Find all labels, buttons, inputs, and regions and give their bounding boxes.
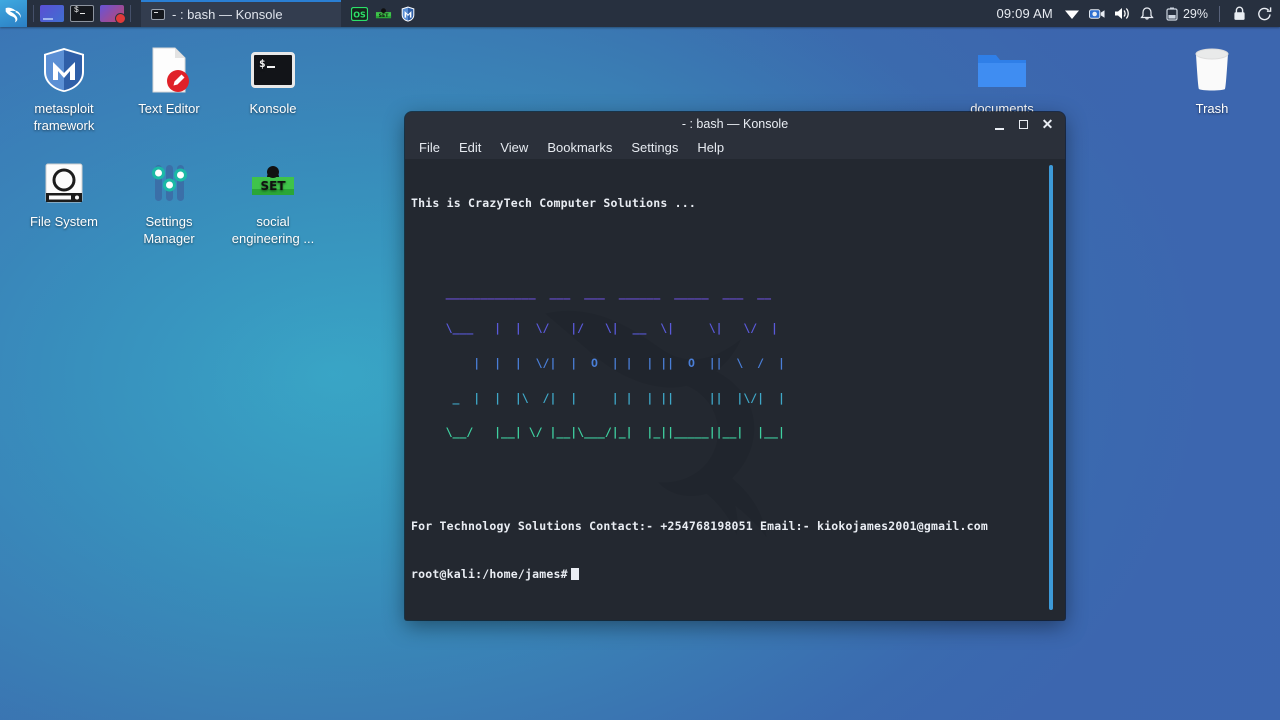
desktop-icon-label: Text Editor bbox=[138, 101, 200, 116]
desktop-icon-label: File System bbox=[30, 214, 98, 229]
terminal-output-area[interactable]: This is CrazyTech Computer Solutions ...… bbox=[405, 159, 1065, 620]
scrollbar-thumb[interactable] bbox=[1049, 165, 1053, 610]
camera-icon[interactable] bbox=[1088, 6, 1105, 22]
ascii-art-banner: _____________ ___ ___ ______ _____ ___ _… bbox=[411, 265, 1065, 462]
task-button-konsole[interactable]: - : bash — Konsole bbox=[141, 0, 341, 27]
kali-menu-button[interactable] bbox=[0, 0, 27, 27]
logout-icon[interactable] bbox=[1256, 6, 1272, 22]
metasploit-icon[interactable] bbox=[399, 6, 416, 22]
wifi-icon[interactable] bbox=[1064, 6, 1080, 22]
prompt-text: root@kali:/home/james# bbox=[411, 567, 568, 582]
terminal-icon: $ bbox=[224, 45, 322, 95]
konsole-menubar: File Edit View Bookmarks Settings Help bbox=[405, 136, 1065, 159]
top-panel: - : bash — Konsole OS SET bbox=[0, 0, 1280, 27]
task-list: - : bash — Konsole bbox=[141, 0, 341, 27]
menu-bookmarks[interactable]: Bookmarks bbox=[547, 140, 612, 155]
volume-icon[interactable] bbox=[1114, 6, 1130, 22]
desktop-icon-label: Settings Manager bbox=[143, 214, 195, 246]
block-cursor bbox=[570, 568, 579, 581]
battery-percent: 29% bbox=[1182, 6, 1208, 21]
terminal-prompt-line: root@kali:/home/james# bbox=[411, 566, 1065, 582]
desktop-icon-konsole[interactable]: $ Konsole bbox=[224, 45, 322, 117]
terminal-contact-line: For Technology Solutions Contact:- +2547… bbox=[411, 519, 989, 534]
desktop-icon-social-engineering[interactable]: SET social engineering ... bbox=[224, 158, 322, 247]
sliders-icon bbox=[120, 158, 218, 208]
desktop-icon-file-system[interactable]: File System bbox=[15, 158, 113, 230]
battery-status[interactable]: 29% bbox=[1164, 6, 1208, 22]
lock-icon[interactable] bbox=[1231, 6, 1247, 22]
desktop-icon-label: social engineering ... bbox=[231, 214, 315, 246]
svg-text:SET: SET bbox=[379, 12, 390, 18]
hard-drive-icon bbox=[15, 158, 113, 208]
panel-separator bbox=[130, 5, 131, 22]
window-title: - : bash — Konsole bbox=[681, 117, 789, 131]
svg-text:SET: SET bbox=[260, 179, 286, 193]
desktop-icon-text-editor[interactable]: Text Editor bbox=[120, 45, 218, 117]
ascii-line-3: | | | \/| | O | | | || O || \ / | bbox=[411, 355, 785, 370]
trash-bin-icon bbox=[1163, 45, 1261, 95]
ascii-line-1: _____________ ___ ___ ______ _____ ___ _… bbox=[411, 286, 772, 301]
ascii-line-5: \__/ |__| \/ |__|\___/|_| |_||_____||__|… bbox=[411, 425, 785, 440]
menu-settings[interactable]: Settings bbox=[631, 140, 678, 155]
desktop-icon-settings-manager[interactable]: Settings Manager bbox=[120, 158, 218, 247]
task-button-label: - : bash — Konsole bbox=[172, 7, 283, 22]
metasploit-shield-icon bbox=[15, 45, 113, 95]
clock[interactable]: 09:09 AM bbox=[996, 6, 1053, 21]
system-tray: 09:09 AM 29% bbox=[996, 0, 1280, 27]
desktop-icon-metasploit-framework[interactable]: metasploit framework bbox=[15, 45, 113, 134]
desktop-icon-trash[interactable]: Trash bbox=[1163, 45, 1261, 117]
folder-icon bbox=[953, 45, 1051, 95]
konsole-titlebar[interactable]: - : bash — Konsole ✕ bbox=[405, 112, 1065, 136]
close-button[interactable]: ✕ bbox=[1042, 117, 1054, 131]
ascii-line-2: \___ | | \/ |/ \| __ \| \| \/ | bbox=[411, 320, 778, 335]
tray-app-icons: OS SET bbox=[351, 0, 416, 27]
menu-edit[interactable]: Edit bbox=[459, 140, 481, 155]
terminal-header-line: This is CrazyTech Computer Solutions ... bbox=[411, 196, 696, 210]
svg-text:$: $ bbox=[259, 57, 266, 70]
desktop-icon-label: Trash bbox=[1195, 101, 1229, 116]
window-switcher-launcher[interactable] bbox=[40, 5, 64, 22]
screen-recorder-launcher[interactable] bbox=[100, 5, 126, 24]
vertical-scrollbar[interactable] bbox=[1049, 165, 1053, 610]
svg-text:OS: OS bbox=[353, 10, 366, 19]
set-toolkit-icon: SET bbox=[224, 158, 322, 208]
menu-help[interactable]: Help bbox=[697, 140, 724, 155]
battery-icon bbox=[1164, 6, 1180, 22]
terminal-icon bbox=[151, 9, 165, 20]
kali-dragon-icon bbox=[5, 7, 21, 22]
panel-spacer bbox=[416, 0, 996, 27]
menu-view[interactable]: View bbox=[500, 140, 528, 155]
desktop-icon-documents[interactable]: documents bbox=[953, 45, 1051, 117]
terminal-launcher[interactable] bbox=[70, 5, 94, 22]
konsole-window[interactable]: - : bash — Konsole ✕ File Edit View Book… bbox=[405, 112, 1065, 620]
maximize-button[interactable] bbox=[1018, 119, 1029, 130]
os-badge-icon[interactable]: OS bbox=[351, 6, 368, 21]
set-toolkit-icon[interactable]: SET bbox=[375, 6, 392, 21]
desktop-icon-label: metasploit framework bbox=[33, 101, 95, 133]
minimize-button[interactable] bbox=[994, 119, 1005, 130]
notification-bell-icon[interactable] bbox=[1139, 6, 1155, 22]
desktop-icon-label: Konsole bbox=[249, 101, 297, 116]
menu-file[interactable]: File bbox=[419, 140, 440, 155]
document-pencil-icon bbox=[120, 45, 218, 95]
terminal-text: This is CrazyTech Computer Solutions ...… bbox=[405, 159, 1065, 614]
panel-separator bbox=[1219, 5, 1220, 22]
ascii-line-4: _ | | |\ /| | | | | || || |\/| | bbox=[411, 390, 785, 405]
panel-separator bbox=[33, 5, 34, 22]
